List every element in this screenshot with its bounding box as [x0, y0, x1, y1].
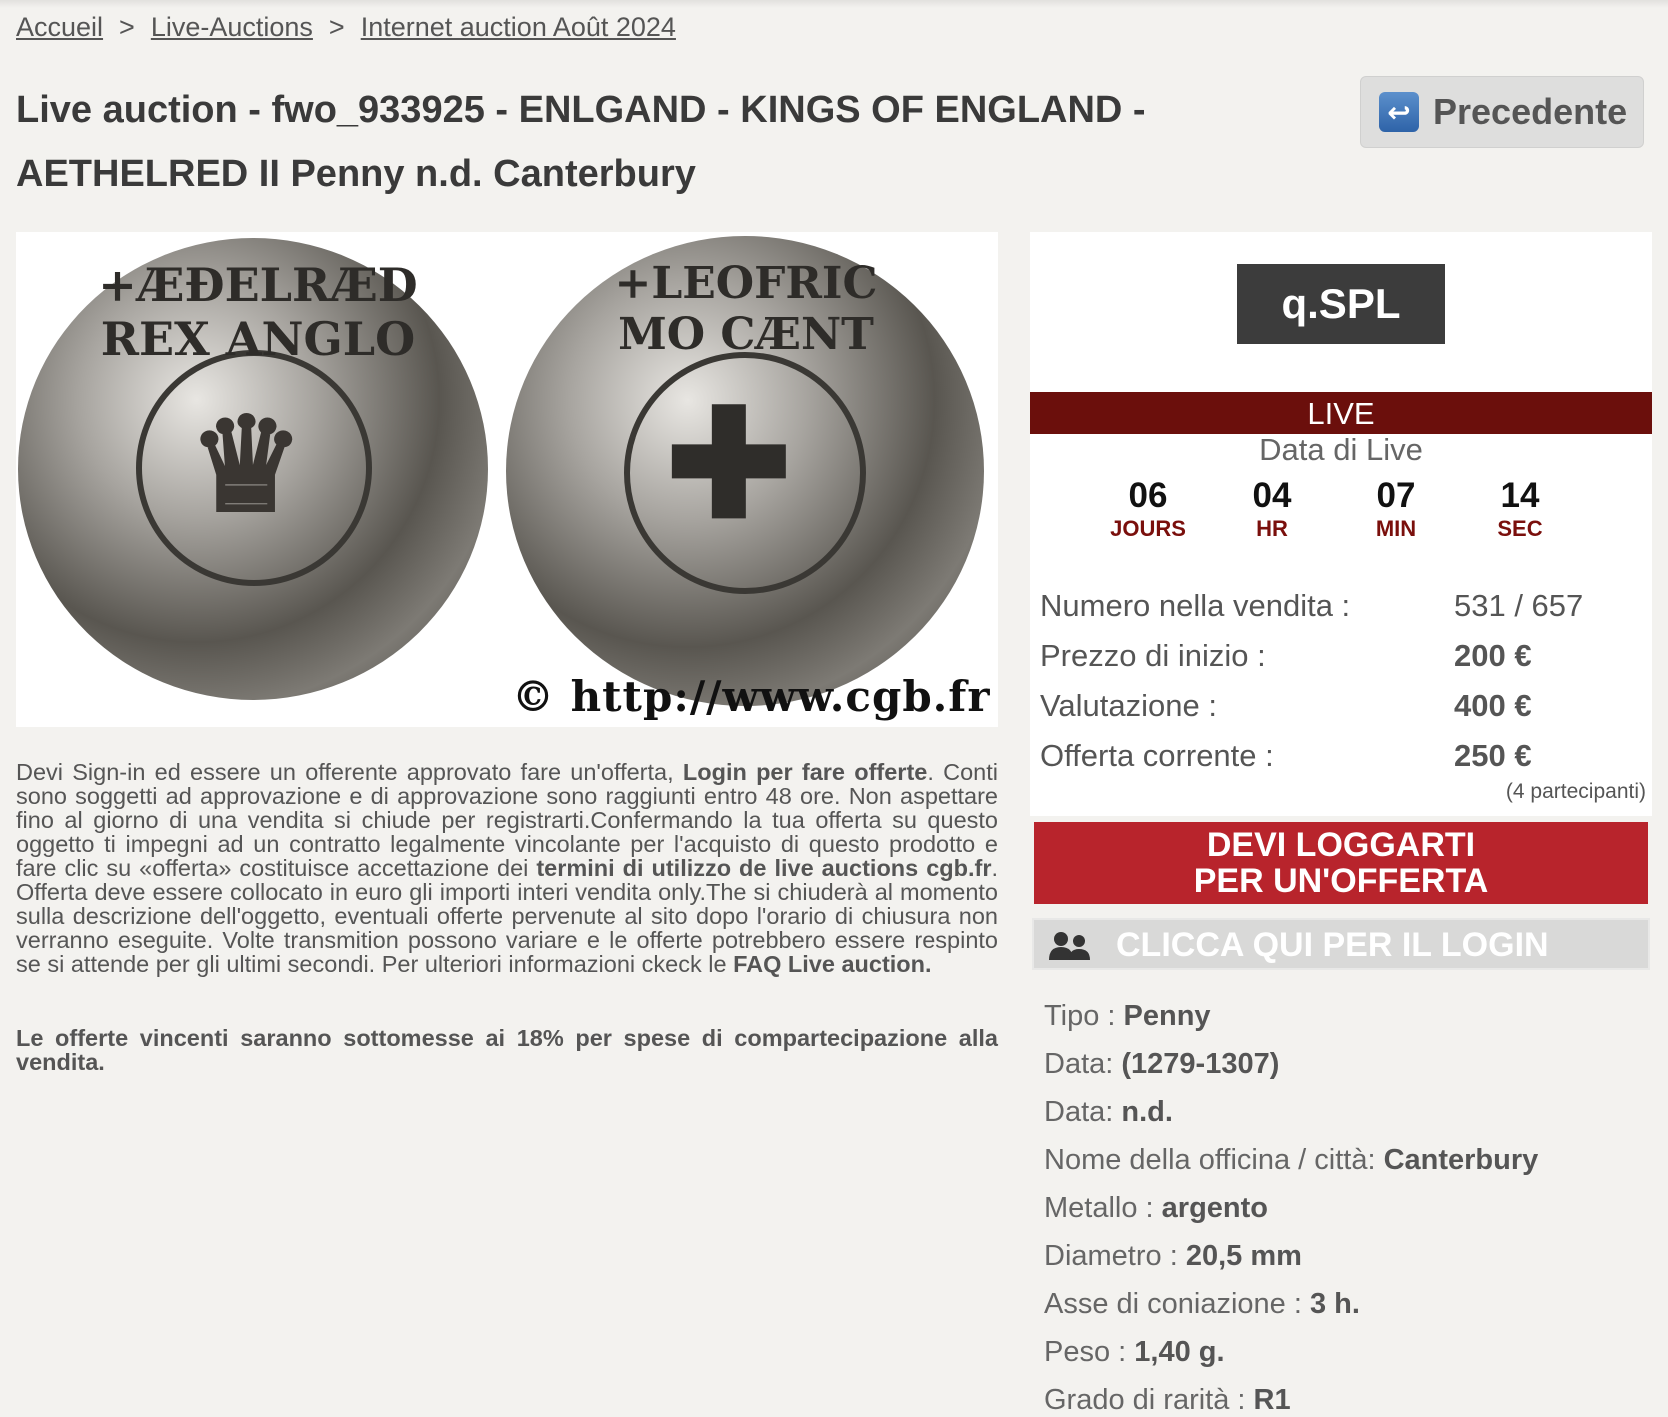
coin-obverse: +ÆÐELRÆD REX ANGLO ♛ [18, 238, 488, 700]
previous-button[interactable]: ↩ Precedente [1360, 76, 1644, 148]
spec-label: Grado di rarità : [1044, 1384, 1254, 1416]
spec-label: Diametro : [1044, 1240, 1186, 1272]
buyer-fee-notice: Le offerte vincenti saranno sottomesse a… [16, 1025, 998, 1075]
current-bid-label: Offerta corrente : [1040, 738, 1274, 773]
spec-value: Penny [1123, 1000, 1211, 1032]
starting-price-value: 200 € [1454, 638, 1532, 673]
estimate-row: Valutazione : 400 € [1040, 688, 1640, 724]
countdown-unit: HR [1256, 516, 1288, 541]
terms-link[interactable]: termini di utilizzo de live auctions cgb… [536, 855, 991, 881]
breadcrumb-live-auctions-link[interactable]: Live-Auctions [151, 12, 313, 42]
top-shadow [0, 0, 1668, 8]
breadcrumb-auction-link[interactable]: Internet auction Août 2024 [361, 12, 676, 42]
login-to-bid-text: Login per fare offerte [682, 759, 928, 785]
spec-date-range: Data: (1279-1307) [1044, 1048, 1279, 1081]
countdown-unit: SEC [1497, 516, 1543, 541]
lot-number-value: 531 / 657 [1454, 588, 1584, 623]
estimate-label: Valutazione : [1040, 688, 1217, 723]
login-to-bid-button[interactable]: DEVI LOGGARTI PER UN'OFFERTA [1034, 822, 1648, 904]
faq-text: FAQ Live auction. [733, 951, 932, 977]
coin-obverse-legend: +ÆÐELRÆD REX ANGLO [98, 258, 418, 366]
coin-reverse: +LEOFRIC MO CÆNT ✚ [506, 236, 984, 706]
grade-badge: q.SPL [1237, 264, 1445, 344]
page-title: Live auction - fwo_933925 - ENLGAND - KI… [16, 89, 1146, 195]
countdown-value: 06 [1128, 476, 1168, 515]
bidder-count: (4 partecipanti) [1505, 780, 1646, 803]
faq-link[interactable]: FAQ Live auction. [733, 951, 931, 977]
breadcrumb-home-link[interactable]: Accueil [16, 12, 103, 42]
spec-mint: Nome della officina / città: Canterbury [1044, 1144, 1538, 1177]
spec-value: (1279-1307) [1121, 1048, 1280, 1080]
spec-label: Peso : [1044, 1336, 1135, 1368]
spec-label: Data: [1044, 1048, 1122, 1080]
spec-date: Data: n.d. [1044, 1096, 1173, 1129]
live-date-label: Data di Live [1259, 432, 1423, 467]
current-bid-value: 250 € [1454, 738, 1532, 773]
spec-value: 3 h. [1309, 1288, 1360, 1320]
starting-price-label: Prezzo di inizio : [1040, 638, 1266, 673]
countdown-unit: MIN [1375, 516, 1417, 541]
coin-reverse-cross: ✚ [666, 376, 792, 552]
starting-price-row: Prezzo di inizio : 200 € [1040, 638, 1640, 674]
spec-weight: Peso : 1,40 g. [1044, 1336, 1225, 1369]
auction-panel: q.SPL LIVE Data di Live 06 JOURS 04 HR 0… [1030, 232, 1652, 816]
countdown-minutes: 07 MIN [1336, 476, 1456, 542]
spec-label: Nome della officina / città: [1044, 1144, 1384, 1176]
spec-label: Metallo : [1044, 1192, 1162, 1224]
countdown-days: 06 JOURS [1088, 476, 1208, 542]
live-status-bar: LIVE [1030, 392, 1652, 434]
breadcrumb: Accueil > Live-Auctions > Internet auction A… [16, 12, 676, 43]
spec-value: 20,5 mm [1185, 1240, 1302, 1272]
coin-image[interactable]: +ÆÐELRÆD REX ANGLO ♛ +LEOFRIC MO CÆNT ✚ … [16, 232, 998, 727]
spec-value: Canterbury [1383, 1144, 1539, 1176]
lot-number-row: Numero nella vendita : 531 / 657 [1040, 588, 1640, 624]
countdown-seconds: 14 SEC [1460, 476, 1580, 542]
coin-reverse-legend: +LEOFRIC MO CÆNT [614, 258, 878, 360]
bidding-instructions: Devi Sign-in ed essere un offerente appr… [16, 760, 998, 976]
instructions-text-1: Devi Sign-in ed essere un offerente appr… [16, 759, 683, 785]
users-icon [1049, 932, 1090, 960]
countdown-hours: 04 HR [1212, 476, 1332, 542]
spec-value: n.d. [1121, 1096, 1173, 1128]
estimate-value: 400 € [1454, 688, 1532, 723]
spec-value: R1 [1253, 1384, 1291, 1416]
breadcrumb-separator: > [328, 12, 345, 42]
spec-diameter: Diametro : 20,5 mm [1044, 1240, 1302, 1273]
spec-label: Asse di coniazione : [1044, 1288, 1310, 1320]
spec-label: Data: [1044, 1096, 1122, 1128]
spec-type: Tipo : Penny [1044, 1000, 1211, 1033]
spec-value: 1,40 g. [1134, 1336, 1225, 1368]
current-bid-row: Offerta corrente : 250 € [1040, 738, 1640, 774]
terms-text: termini di utilizzo de live auctions cgb… [536, 855, 992, 881]
coin-obverse-bust: ♛ [188, 388, 305, 541]
countdown-value: 14 [1500, 476, 1540, 515]
countdown-value: 04 [1252, 476, 1292, 515]
spec-label: Tipo : [1044, 1000, 1124, 1032]
spec-value: argento [1161, 1192, 1269, 1224]
login-to-bid-button-label: DEVI LOGGARTI PER UN'OFFERTA [1193, 826, 1489, 900]
spec-die-axis: Asse di coniazione : 3 h. [1044, 1288, 1360, 1321]
watermark: © http://www.cgb.fr [512, 672, 991, 721]
previous-button-label: Precedente [1433, 91, 1628, 132]
countdown-unit: JOURS [1110, 516, 1186, 541]
click-to-login-button[interactable]: CLICCA QUI PER IL LOGIN [1032, 918, 1650, 970]
breadcrumb-separator: > [119, 12, 135, 42]
lot-number-label: Numero nella vendita : [1040, 588, 1351, 623]
return-arrow-icon: ↩ [1379, 92, 1419, 132]
click-to-login-label: CLICCA QUI PER IL LOGIN [1116, 926, 1549, 964]
spec-rarity: Grado di rarità : R1 [1044, 1384, 1291, 1417]
spec-metal: Metallo : argento [1044, 1192, 1268, 1225]
login-to-bid-link[interactable]: Login per fare offerte [683, 759, 927, 785]
countdown-value: 07 [1376, 476, 1416, 515]
